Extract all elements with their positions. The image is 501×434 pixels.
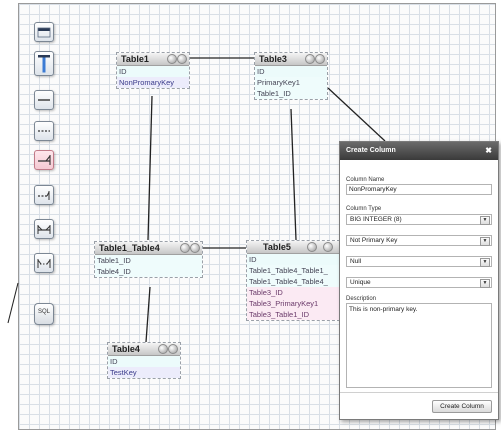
table-title: Table1_Table4 <box>99 243 160 253</box>
one-to-one-solid-tool[interactable] <box>34 90 54 110</box>
edit-table-icon[interactable] <box>167 54 177 64</box>
many-to-many-solid-icon <box>37 225 51 234</box>
dialog-divider <box>340 392 498 393</box>
close-icon[interactable]: ✖ <box>485 142 492 160</box>
column-row[interactable]: ID <box>247 254 339 265</box>
delete-table-icon[interactable] <box>315 54 325 64</box>
table-title: Table4 <box>112 344 140 354</box>
column-icon <box>38 55 50 73</box>
unique-value: Unique <box>350 279 371 286</box>
table-title: Table5 <box>263 242 291 252</box>
sql-label: SQL <box>37 309 50 315</box>
generate-sql-button[interactable]: SQL <box>34 303 54 325</box>
column-type-value: BIG INTEGER (8) <box>350 216 402 223</box>
solid-line-icon <box>38 99 50 101</box>
table-header[interactable]: Table5 <box>247 241 339 254</box>
edit-table-icon[interactable] <box>180 243 190 253</box>
column-row[interactable]: Table1_Table4_Table1_ <box>247 265 339 276</box>
column-row[interactable]: TestKey <box>108 367 180 378</box>
dialog-title: Create Column <box>346 147 396 154</box>
edit-table-icon[interactable] <box>305 54 315 64</box>
one-to-one-dashed-tool[interactable] <box>34 121 54 141</box>
column-row[interactable]: PrimaryKey1 <box>255 77 327 88</box>
edit-table-icon[interactable] <box>307 242 317 252</box>
column-type-label: Column Type <box>346 206 382 212</box>
table-header[interactable]: Table3 <box>255 53 327 66</box>
column-type-select[interactable]: BIG INTEGER (8) ▼ <box>346 214 492 225</box>
table-icon <box>37 27 51 38</box>
delete-table-icon[interactable] <box>190 243 200 253</box>
dropdown-arrow-icon[interactable]: ▼ <box>480 237 490 246</box>
one-to-many-solid-tool[interactable] <box>34 150 54 170</box>
relation-line[interactable] <box>147 95 153 241</box>
column-row[interactable]: Table1_ID <box>255 88 327 99</box>
relation-line[interactable] <box>290 108 297 241</box>
column-row[interactable]: Table1_Table4_Table4_ <box>247 276 339 287</box>
table-title: Table1 <box>121 54 149 64</box>
dialog-title-bar[interactable]: Create Column ✖ <box>340 142 498 160</box>
null-select[interactable]: Null ▼ <box>346 256 492 267</box>
relation-line[interactable] <box>145 286 151 343</box>
column-row[interactable]: NonPromaryKey <box>117 77 189 88</box>
unique-select[interactable]: Unique ▼ <box>346 277 492 288</box>
dropdown-arrow-icon[interactable]: ▼ <box>480 279 490 288</box>
relation-line[interactable] <box>327 87 386 142</box>
table-table4[interactable]: Table4 ID TestKey <box>107 342 181 379</box>
column-row[interactable]: Table3_PrimaryKey1 <box>247 298 339 309</box>
crowfoot-dashed-icon <box>38 191 50 200</box>
table-title: Table3 <box>259 54 287 64</box>
table-column-tool[interactable] <box>34 51 54 76</box>
crowfoot-solid-icon <box>38 155 51 165</box>
column-name-input[interactable]: NonPromaryKey <box>346 184 492 195</box>
many-to-many-solid-tool[interactable] <box>34 219 54 239</box>
column-row[interactable]: Table4_ID <box>95 266 202 277</box>
column-row[interactable]: ID <box>108 356 180 367</box>
column-row[interactable]: Table3_ID <box>247 287 339 298</box>
table-table5[interactable]: Table5 ID Table1_Table4_Table1_ Table1_T… <box>246 240 340 321</box>
table-table1[interactable]: Table1 ID NonPromaryKey <box>116 52 190 89</box>
column-row[interactable]: ID <box>117 66 189 77</box>
primary-key-value: Not Primary Key <box>350 237 398 244</box>
delete-table-icon[interactable] <box>168 344 178 354</box>
new-table-tool[interactable] <box>34 22 54 42</box>
column-row[interactable]: Table3_Table1_ID <box>247 309 339 320</box>
dropdown-arrow-icon[interactable]: ▼ <box>480 216 490 225</box>
column-row[interactable]: Table1_ID <box>95 255 202 266</box>
delete-table-icon[interactable] <box>177 54 187 64</box>
many-to-many-dashed-tool[interactable] <box>34 253 54 273</box>
table-table3[interactable]: Table3 ID PrimaryKey1 Table1_ID <box>254 52 328 100</box>
table-header[interactable]: Table1_Table4 <box>95 242 202 255</box>
create-column-button[interactable]: Create Column <box>432 400 492 413</box>
edit-table-icon[interactable] <box>158 344 168 354</box>
description-label: Description <box>346 296 377 302</box>
dashed-line-icon <box>38 130 50 132</box>
table-header[interactable]: Table4 <box>108 343 180 356</box>
create-column-dialog[interactable]: Create Column ✖ Column Name NonPromaryKe… <box>339 141 499 420</box>
dropdown-arrow-icon[interactable]: ▼ <box>480 258 490 267</box>
column-row[interactable]: ID <box>255 66 327 77</box>
delete-table-icon[interactable] <box>323 242 333 252</box>
description-textarea[interactable]: This is non-primary key. <box>346 303 492 388</box>
many-to-many-dashed-icon <box>37 259 51 268</box>
one-to-many-dashed-tool[interactable] <box>34 185 54 205</box>
table-header[interactable]: Table1 <box>117 53 189 66</box>
column-name-label: Column Name <box>346 177 385 183</box>
relation-line[interactable] <box>7 282 19 324</box>
primary-key-select[interactable]: Not Primary Key ▼ <box>346 235 492 246</box>
table-table1-table4[interactable]: Table1_Table4 Table1_ID Table4_ID <box>94 241 203 278</box>
null-value: Null <box>350 258 362 265</box>
